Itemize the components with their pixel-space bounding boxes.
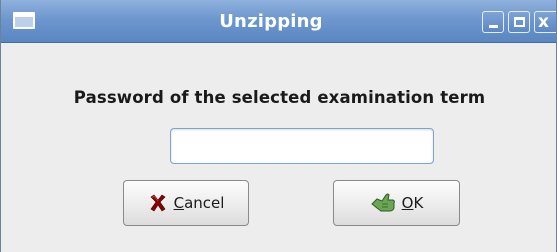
title-bar[interactable]: Unzipping x: [1, 0, 556, 43]
cancel-label: ancel: [184, 194, 225, 212]
close-button[interactable]: x: [534, 11, 556, 33]
ok-button[interactable]: OK: [333, 180, 460, 226]
cancel-x-icon: [148, 193, 168, 213]
close-icon: x: [538, 12, 549, 32]
window-title: Unzipping: [219, 11, 323, 32]
ok-hand-icon: [370, 192, 396, 214]
maximize-button[interactable]: [508, 11, 530, 33]
ok-mnemonic: O: [401, 194, 414, 212]
ok-label: K: [413, 194, 424, 212]
minimize-button[interactable]: [482, 11, 504, 33]
cancel-mnemonic: C: [173, 194, 185, 212]
unzipping-dialog: Unzipping x Password of the selected exa…: [0, 0, 557, 252]
password-input[interactable]: [170, 128, 434, 164]
password-prompt-label: Password of the selected examination ter…: [73, 88, 486, 107]
minimize-icon: [489, 25, 498, 28]
cancel-button[interactable]: Cancel: [123, 180, 249, 226]
maximize-icon: [514, 17, 525, 27]
